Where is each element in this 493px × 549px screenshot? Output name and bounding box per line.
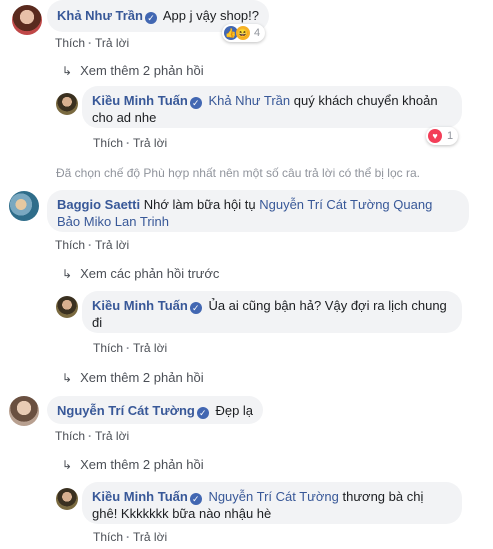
avatar-nguyen-tri-cat-tuong[interactable] — [9, 396, 39, 426]
reply-text-line2: đi — [92, 315, 103, 330]
reply-text-line2: ghê! Kkkkkkk bữa nào nhậu hè — [92, 506, 272, 521]
avatar-kieu-minh-tuan[interactable] — [56, 488, 78, 510]
reply-bubble: Kiều Minh Tuấn ✓ Ủa ai cũng bận hả? Vậy đ… — [82, 291, 462, 333]
reply-text-line1: quý khách chuyển khoản — [293, 93, 438, 108]
reply-arrow-icon: ↳ — [62, 458, 73, 472]
like-link[interactable]: Thích — [93, 530, 123, 544]
avatar-kieu-minh-tuan[interactable] — [56, 93, 78, 115]
comment-author[interactable]: Khả Như Trần — [57, 8, 143, 23]
reply-bubble: Kiều Minh Tuấn ✓ Khả Như Trần quý khách c… — [82, 86, 462, 128]
reply-link[interactable]: Trả lời — [133, 341, 167, 355]
comment-bubble: Baggio Saetti Nhớ làm bữa hội tụ Nguyễn … — [47, 190, 469, 232]
comment-author[interactable]: Nguyễn Trí Cát Tường — [57, 403, 195, 418]
like-link[interactable]: Thích — [93, 341, 123, 355]
mention-tag[interactable]: Khả Như Trần — [208, 93, 290, 108]
verified-badge-icon: ✓ — [189, 97, 202, 109]
view-previous-replies[interactable]: ↳ Xem các phản hồi trước — [62, 266, 219, 281]
like-link[interactable]: Thích — [55, 238, 85, 252]
mention-tag[interactable]: Nguyễn Trí Cát Tường — [208, 489, 338, 504]
reply-link[interactable]: Trả lời — [95, 36, 129, 50]
reply-actions: Thích · Trả lời — [93, 136, 168, 150]
reply-text-line2: cho ad nhe — [92, 110, 157, 125]
reply-author[interactable]: Kiều Minh Tuấn — [92, 489, 188, 504]
filter-notice: Đã chọn chế độ Phù hợp nhất nên một số c… — [56, 166, 420, 180]
haha-reaction-icon: 😆 — [236, 26, 250, 40]
reply-author[interactable]: Kiều Minh Tuấn — [92, 93, 188, 108]
reply-arrow-icon: ↳ — [62, 371, 73, 385]
like-link[interactable]: Thích — [55, 429, 85, 443]
comment-author[interactable]: Baggio Saetti — [57, 197, 140, 212]
comment-actions: Thích · Trả lời — [55, 238, 130, 252]
reply-actions: Thích · Trả lời — [93, 341, 168, 355]
verified-badge-icon: ✓ — [144, 12, 157, 24]
like-link[interactable]: Thích — [93, 136, 123, 150]
mention-tags[interactable]: Nguyễn Trí Cát Tường Quang — [259, 197, 432, 212]
avatar-kieu-minh-tuan[interactable] — [56, 296, 78, 318]
reply-text-line1: thương bà chị — [342, 489, 424, 504]
avatar-kha-nhu-tran[interactable] — [12, 5, 42, 35]
view-more-replies[interactable]: ↳ Xem thêm 2 phản hồi — [62, 63, 204, 78]
reply-text-line1: Ủa ai cũng bận hả? Vậy đợi ra lịch chung — [208, 298, 447, 313]
love-reaction-icon: ♥ — [428, 129, 442, 143]
comment-text: App j vậy shop!? — [162, 8, 260, 23]
reply-actions: Thích · Trả lời — [93, 530, 168, 544]
comment-text: Đẹp lạ — [215, 403, 254, 418]
reply-bubble: Kiều Minh Tuấn ✓ Nguyễn Trí Cát Tường thư… — [82, 482, 462, 524]
reply-author[interactable]: Kiều Minh Tuấn — [92, 298, 188, 313]
reply-link[interactable]: Trả lời — [133, 136, 167, 150]
verified-badge-icon: ✓ — [196, 407, 209, 419]
view-more-replies[interactable]: ↳ Xem thêm 2 phản hồi — [62, 370, 204, 385]
comment-bubble: Nguyễn Trí Cát Tường ✓ Đẹp lạ — [47, 396, 264, 424]
mention-tags-line2[interactable]: Bảo Miko Lan Trinh — [57, 214, 169, 229]
view-more-replies[interactable]: ↳ Xem thêm 2 phản hồi — [62, 457, 204, 472]
comment-actions: Thích · Trả lời — [55, 36, 130, 50]
verified-badge-icon: ✓ — [189, 302, 202, 314]
like-link[interactable]: Thích — [55, 36, 85, 50]
comment-actions: Thích · Trả lời — [55, 429, 130, 443]
reaction-summary[interactable]: ♥ 1 — [426, 127, 459, 145]
reaction-summary[interactable]: 👍 😆 4 — [222, 24, 266, 42]
reply-link[interactable]: Trả lời — [95, 429, 129, 443]
avatar-baggio-saetti[interactable] — [9, 191, 39, 221]
reaction-count: 4 — [254, 27, 261, 39]
comment-text: Nhớ làm bữa hội tụ — [143, 197, 256, 212]
verified-badge-icon: ✓ — [189, 493, 202, 505]
reply-link[interactable]: Trả lời — [95, 238, 129, 252]
reaction-count: 1 — [447, 130, 454, 142]
reply-arrow-icon: ↳ — [62, 64, 73, 78]
reply-link[interactable]: Trả lời — [133, 530, 167, 544]
reply-arrow-icon: ↳ — [62, 267, 73, 281]
